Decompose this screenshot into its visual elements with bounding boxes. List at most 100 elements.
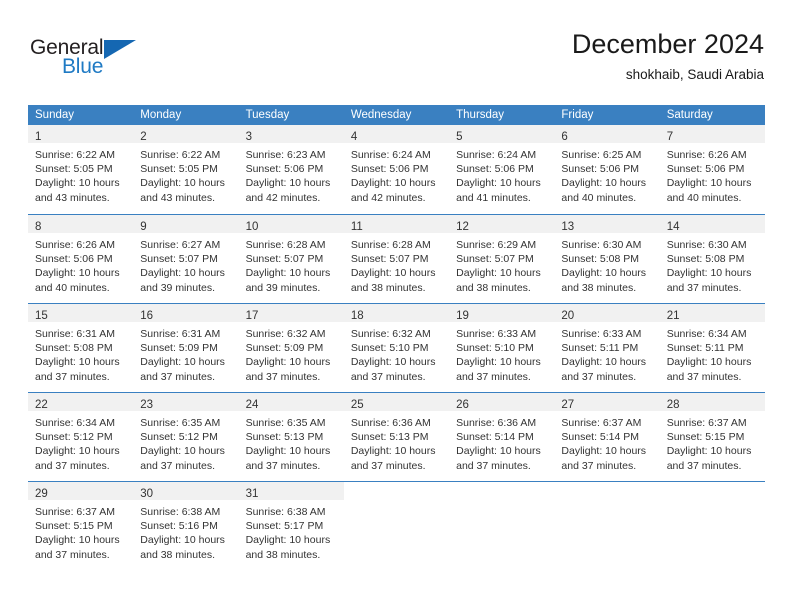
day-cell[interactable]: 6 Sunrise: 6:25 AM Sunset: 5:06 PM Daylight…	[554, 125, 660, 214]
day-cell[interactable]: 11 Sunrise: 6:28 AM Sunset: 5:07 PM Dayligh…	[343, 215, 450, 303]
day-number: 15	[35, 310, 48, 322]
day-number-band: 31	[238, 482, 344, 500]
day-sunrise-text: Sunrise: 6:38 AM	[140, 506, 221, 518]
day-sunset-text: Sunset: 5:13 PM	[245, 431, 324, 444]
day-cell[interactable]: 25 Sunrise: 6:36 AM Sunset: 5:13 PM Dayligh…	[343, 393, 450, 481]
day-sunset-text: Sunset: 5:07 PM	[456, 253, 534, 266]
day-daylight2-text: and 38 minutes.	[561, 281, 637, 294]
day-cell[interactable]: 2 Sunrise: 6:22 AM Sunset: 5:05 PM Daylight…	[133, 125, 239, 214]
day-number: 10	[245, 221, 259, 233]
day-cell[interactable]: 30 Sunrise: 6:38 AM Sunset: 5:16 PM Dayligh…	[133, 482, 239, 570]
calendar-weeks: 1 Sunrise: 6:22 AM Sunset: 5:05 PM Daylight…	[28, 125, 765, 570]
day-info	[660, 500, 765, 505]
day-cell[interactable]: 10 Sunrise: 6:28 AM Sunset: 5:07 PM Dayligh…	[238, 215, 344, 303]
day-cell[interactable]: 18 Sunrise: 6:32 AM Sunset: 5:10 PM Dayligh…	[343, 304, 450, 392]
day-number: 7	[666, 131, 674, 143]
day-info: Sunrise: 6:28 AM Sunset: 5:07 PM Daylight:…	[239, 233, 344, 295]
day-number-band: 16	[133, 304, 239, 322]
day-daylight2-text: and 43 minutes.	[35, 191, 110, 204]
day-daylight2-text: and 38 minutes.	[245, 548, 321, 561]
calendar-grid: Sunday Monday Tuesday Wednesday Thursday Frid…	[28, 105, 765, 570]
day-daylight1-text: Daylight: 10 hours	[245, 534, 331, 547]
day-info: Sunrise: 6:37 AM Sunset: 5:14 PM Daylight:…	[554, 411, 659, 473]
day-cell[interactable]: 16 Sunrise: 6:31 AM Sunset: 5:09 PM Dayligh…	[133, 304, 239, 392]
day-number: 9	[140, 221, 147, 233]
day-number-band: 21	[659, 304, 765, 322]
day-info: Sunrise: 6:38 AM Sunset: 5:16 PM Daylight:…	[133, 500, 238, 562]
day-sunset-text: Sunset: 5:12 PM	[140, 431, 218, 444]
logo-text-blue: Blue	[62, 55, 104, 78]
day-number-band: 17	[238, 304, 344, 322]
day-daylight2-text: and 37 minutes.	[456, 370, 531, 383]
calendar-week-row: 15 Sunrise: 6:31 AM Sunset: 5:08 PM Dayligh…	[28, 303, 765, 392]
day-sunrise-text: Sunrise: 6:30 AM	[561, 239, 642, 251]
day-daylight2-text: and 37 minutes.	[666, 459, 742, 472]
day-number-band: 8	[28, 215, 134, 233]
day-number: 3	[245, 131, 252, 143]
day-cell[interactable]: 31 Sunrise: 6:38 AM Sunset: 5:17 PM Dayligh…	[238, 482, 344, 570]
day-sunrise-text: Sunrise: 6:24 AM	[350, 149, 431, 161]
day-number-band	[659, 482, 765, 500]
day-info: Sunrise: 6:32 AM Sunset: 5:09 PM Daylight:…	[239, 322, 344, 384]
day-number: 24	[245, 399, 259, 411]
day-number-band: 27	[554, 393, 660, 411]
day-cell[interactable]: 29 Sunrise: 6:37 AM Sunset: 5:15 PM Dayligh…	[28, 482, 134, 570]
day-daylight1-text: Daylight: 10 hours	[456, 177, 541, 190]
day-number-band: 23	[133, 393, 239, 411]
general-blue-logo[interactable]: General Blue	[30, 36, 170, 88]
day-cell[interactable]: 23 Sunrise: 6:35 AM Sunset: 5:12 PM Dayligh…	[133, 393, 239, 481]
day-number-band: 28	[659, 393, 765, 411]
day-cell[interactable]: 17 Sunrise: 6:32 AM Sunset: 5:09 PM Dayligh…	[238, 304, 344, 392]
day-sunset-text: Sunset: 5:10 PM	[456, 342, 534, 355]
day-cell[interactable]: 8 Sunrise: 6:26 AM Sunset: 5:06 PM Daylight…	[28, 215, 134, 303]
day-cell[interactable]: 12 Sunrise: 6:29 AM Sunset: 5:07 PM Dayligh…	[449, 215, 555, 303]
day-sunset-text: Sunset: 5:12 PM	[35, 431, 113, 444]
day-sunset-text: Sunset: 5:06 PM	[456, 163, 534, 176]
day-sunrise-text: Sunrise: 6:30 AM	[666, 239, 747, 251]
day-cell[interactable]: 3 Sunrise: 6:23 AM Sunset: 5:06 PM Daylight…	[238, 125, 344, 214]
day-cell[interactable]: 1 Sunrise: 6:22 AM Sunset: 5:05 PM Daylight…	[28, 125, 134, 214]
day-cell[interactable]: 27 Sunrise: 6:37 AM Sunset: 5:14 PM Dayligh…	[554, 393, 660, 481]
day-cell[interactable]: 28 Sunrise: 6:37 AM Sunset: 5:15 PM Dayligh…	[659, 393, 765, 481]
day-number-band: 24	[238, 393, 344, 411]
day-cell[interactable]: 14 Sunrise: 6:30 AM Sunset: 5:08 PM Dayligh…	[659, 215, 765, 303]
day-cell[interactable]: 4 Sunrise: 6:24 AM Sunset: 5:06 PM Daylight…	[343, 125, 450, 214]
day-sunset-text: Sunset: 5:06 PM	[245, 163, 324, 176]
day-cell[interactable]: 24 Sunrise: 6:35 AM Sunset: 5:13 PM Dayligh…	[238, 393, 344, 481]
day-sunset-text: Sunset: 5:11 PM	[666, 342, 744, 355]
day-number-band: 9	[133, 215, 239, 233]
day-info: Sunrise: 6:31 AM Sunset: 5:08 PM Daylight:…	[28, 322, 133, 384]
day-cell[interactable]: 7 Sunrise: 6:26 AM Sunset: 5:06 PM Daylight…	[659, 125, 765, 214]
day-number: 18	[350, 310, 364, 322]
day-daylight1-text: Daylight: 10 hours	[35, 177, 120, 190]
day-number-band	[554, 482, 660, 500]
day-daylight1-text: Daylight: 10 hours	[245, 445, 331, 458]
day-cell[interactable]: 15 Sunrise: 6:31 AM Sunset: 5:08 PM Dayligh…	[28, 304, 134, 392]
day-cell[interactable]: 5 Sunrise: 6:24 AM Sunset: 5:06 PM Daylight…	[449, 125, 555, 214]
day-info: Sunrise: 6:33 AM Sunset: 5:11 PM Daylight:…	[554, 322, 659, 384]
day-cell-empty	[554, 482, 660, 570]
day-cell-empty	[659, 482, 765, 570]
day-daylight2-text: and 39 minutes.	[140, 281, 215, 294]
day-number-band: 13	[554, 215, 660, 233]
day-cell[interactable]: 21 Sunrise: 6:34 AM Sunset: 5:11 PM Dayligh…	[659, 304, 765, 392]
day-cell[interactable]: 26 Sunrise: 6:36 AM Sunset: 5:14 PM Dayligh…	[449, 393, 555, 481]
weekday-header-saturday: Saturday	[666, 109, 713, 121]
day-daylight2-text: and 39 minutes.	[245, 281, 321, 294]
day-sunrise-text: Sunrise: 6:32 AM	[350, 328, 431, 340]
day-cell[interactable]: 22 Sunrise: 6:34 AM Sunset: 5:12 PM Dayligh…	[28, 393, 134, 481]
day-info: Sunrise: 6:37 AM Sunset: 5:15 PM Daylight:…	[660, 411, 765, 473]
day-number: 30	[140, 488, 154, 500]
day-daylight2-text: and 37 minutes.	[350, 370, 426, 383]
day-daylight1-text: Daylight: 10 hours	[561, 267, 647, 280]
day-daylight1-text: Daylight: 10 hours	[35, 356, 120, 369]
day-number: 4	[350, 131, 358, 143]
day-number: 2	[140, 131, 147, 143]
day-cell[interactable]: 20 Sunrise: 6:33 AM Sunset: 5:11 PM Dayligh…	[554, 304, 660, 392]
day-daylight1-text: Daylight: 10 hours	[140, 534, 225, 547]
day-cell[interactable]: 9 Sunrise: 6:27 AM Sunset: 5:07 PM Daylight…	[133, 215, 239, 303]
day-cell[interactable]: 19 Sunrise: 6:33 AM Sunset: 5:10 PM Dayligh…	[449, 304, 555, 392]
day-info: Sunrise: 6:34 AM Sunset: 5:12 PM Daylight:…	[28, 411, 133, 473]
day-number-band: 12	[449, 215, 555, 233]
day-cell[interactable]: 13 Sunrise: 6:30 AM Sunset: 5:08 PM Dayligh…	[554, 215, 660, 303]
